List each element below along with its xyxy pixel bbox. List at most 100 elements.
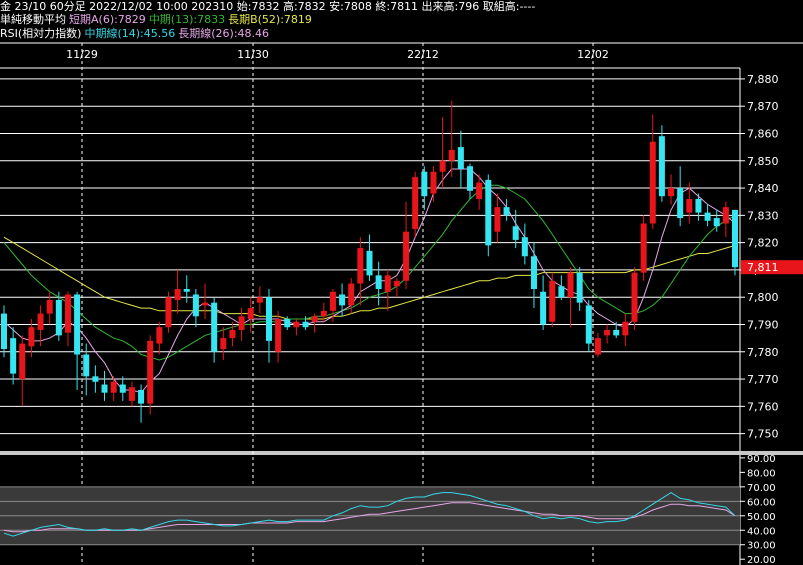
- candle-body: [174, 289, 181, 300]
- candle-body: [722, 207, 729, 224]
- candle: [101, 370, 108, 401]
- candle-body: [302, 321, 309, 328]
- candle-body: [658, 136, 665, 197]
- candle-body: [220, 338, 227, 350]
- candle-body: [549, 280, 556, 322]
- candle: [704, 204, 711, 227]
- candle: [448, 100, 455, 178]
- candle: [183, 275, 190, 303]
- candle-body: [265, 297, 272, 341]
- candle-body: [183, 289, 190, 292]
- price-tick-label: 7,780: [747, 346, 779, 359]
- candle-body: [558, 286, 565, 298]
- candle-body: [640, 223, 647, 273]
- price-tick-label: 7,850: [747, 155, 779, 168]
- candle-body: [485, 179, 492, 246]
- rsi-tick-label: 80.00: [747, 468, 776, 479]
- candle: [375, 261, 382, 306]
- ma-short-line: [3, 168, 736, 394]
- candle: [238, 308, 245, 341]
- candle-body: [503, 207, 510, 216]
- candle: [202, 283, 209, 320]
- candle: [74, 291, 81, 390]
- candle-body: [521, 237, 528, 257]
- candle-body: [55, 299, 62, 336]
- candle-body: [1, 313, 7, 350]
- candle-body: [256, 297, 263, 303]
- candle-body: [421, 171, 428, 197]
- candle-body: [211, 302, 218, 352]
- candle: [494, 193, 501, 243]
- candle: [229, 321, 236, 347]
- price-chart[interactable]: 7,8807,8707,8607,8507,8407,8307,8207,810…: [0, 0, 803, 565]
- candle: [585, 299, 592, 352]
- candle: [220, 327, 227, 360]
- candle-body: [604, 329, 611, 336]
- price-tick-label: 7,790: [747, 318, 779, 331]
- candle: [412, 171, 419, 238]
- candle: [631, 267, 638, 330]
- candle: [640, 215, 647, 281]
- candle-body: [567, 272, 574, 298]
- candle-body: [348, 283, 355, 306]
- candle: [384, 269, 391, 311]
- candle-body: [128, 387, 135, 401]
- candle: [649, 114, 656, 229]
- price-tick-label: 7,760: [747, 400, 779, 413]
- candle-body: [512, 226, 519, 240]
- candle: [128, 381, 135, 407]
- date-axis-label: 12/02: [577, 48, 609, 61]
- candle: [421, 166, 428, 210]
- candle-body: [631, 272, 638, 322]
- candle: [192, 289, 199, 328]
- price-tick-label: 7,860: [747, 127, 779, 140]
- candle: [485, 174, 492, 257]
- candle: [457, 130, 464, 189]
- candle-body: [83, 354, 90, 377]
- date-axis-label: 22/12: [407, 48, 439, 61]
- candle-body: [585, 305, 592, 344]
- candle-body: [28, 327, 35, 347]
- panel-divider: [0, 451, 803, 455]
- candle-body: [494, 207, 501, 232]
- candle-body: [165, 297, 172, 328]
- candle-body: [476, 182, 483, 199]
- candle-body: [530, 256, 537, 290]
- candle-body: [613, 329, 620, 336]
- candle: [55, 291, 62, 341]
- candle-body: [430, 171, 437, 194]
- candle: [503, 198, 510, 221]
- candle: [64, 291, 71, 347]
- price-tick-label: 7,830: [747, 209, 779, 222]
- date-axis-label: 11/29: [66, 48, 98, 61]
- candle-body: [101, 384, 108, 393]
- price-tick-label: 7,750: [747, 428, 779, 441]
- candle: [668, 174, 675, 205]
- candle-body: [275, 319, 282, 352]
- price-tick-label: 7,770: [747, 373, 779, 386]
- candle-body: [74, 294, 81, 355]
- candle-body: [119, 384, 126, 393]
- candle: [46, 291, 53, 325]
- rsi-tick-label: 70.00: [747, 483, 776, 494]
- candle-body: [540, 291, 547, 325]
- candle-body: [695, 198, 702, 213]
- candle-body: [156, 327, 163, 344]
- candle-body: [311, 316, 318, 322]
- candle: [558, 275, 565, 300]
- candle-body: [439, 160, 446, 172]
- candle: [732, 209, 738, 276]
- candle-body: [46, 299, 53, 314]
- candle-body: [467, 166, 474, 191]
- candle-body: [339, 294, 346, 306]
- rsi-tick-label: 30.00: [747, 541, 776, 552]
- candle-body: [375, 275, 382, 290]
- candle-body: [192, 294, 199, 317]
- candle-body: [10, 338, 17, 374]
- candle: [521, 223, 528, 265]
- candle: [722, 201, 729, 238]
- candle: [658, 125, 665, 202]
- candle-body: [64, 294, 71, 333]
- candle: [311, 313, 318, 333]
- candle-body: [677, 188, 684, 219]
